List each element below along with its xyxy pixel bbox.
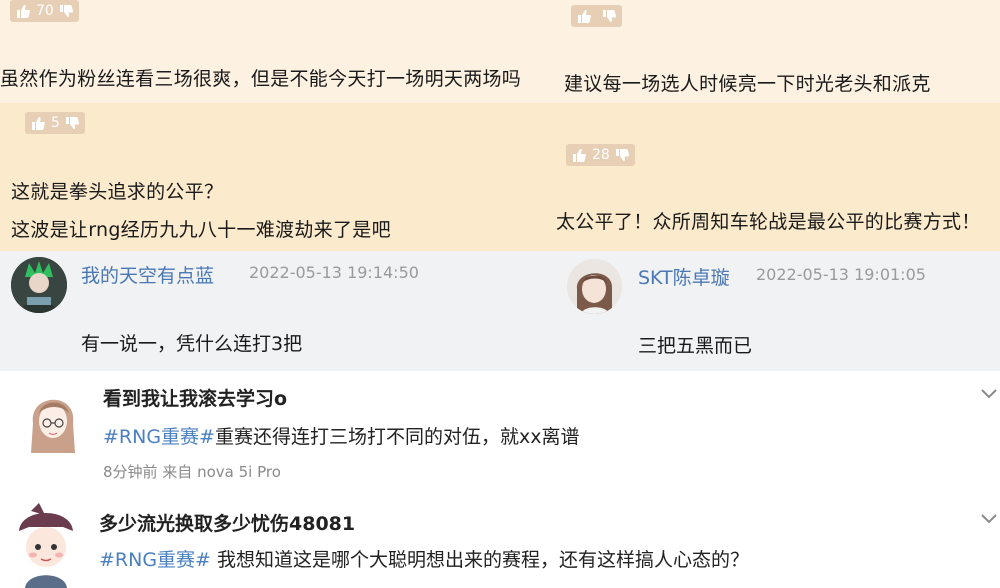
- comment-card: 我的天空有点蓝 2022-05-13 19:14:50 有一说一，凭什么连打3把: [0, 251, 548, 371]
- weibo-post: 多少流光换取多少忧伤48081 #RNG重赛# 我想知道这是哪个大聪明想出来的赛…: [0, 491, 1000, 588]
- weibo-meta: 8分钟前 来自 nova 5i Pro: [103, 463, 281, 481]
- thumbs-up-icon[interactable]: [16, 4, 30, 18]
- thumbs-up-icon[interactable]: [31, 116, 45, 130]
- danmu-text: 建议每一场选人时候亮一下时光老头和派克: [564, 73, 931, 95]
- danmu-text-line2: 这波是让rng经历九九八十一难渡劫来了是吧: [11, 219, 391, 241]
- comment-time: 2022-05-13 19:01:05: [756, 265, 926, 284]
- chevron-down-icon[interactable]: [980, 388, 998, 400]
- avatar[interactable]: [11, 501, 81, 588]
- thumbs-down-icon[interactable]: [59, 5, 73, 17]
- danmu-panel-top: 70 虽然作为粉丝连看三场很爽，但是不能今天打一场明天两场吗 建议每一场选人时候…: [0, 0, 1000, 103]
- like-pill-right-top[interactable]: [571, 5, 622, 27]
- weibo-text-body: 重赛还得连打三场打不同的对伍，就xx离谱: [214, 426, 580, 448]
- like-count: 28: [592, 147, 610, 163]
- weibo-post: 看到我让我滚去学习o #RNG重赛#重赛还得连打三场打不同的对伍，就xx离谱 8…: [0, 371, 1000, 491]
- thumbs-down-icon[interactable]: [65, 117, 79, 129]
- like-count: 5: [51, 115, 60, 131]
- comment-time: 2022-05-13 19:14:50: [249, 263, 419, 282]
- weibo-text-body: 我想知道这是哪个大聪明想出来的赛程，还有这样搞人心态的？: [210, 549, 750, 571]
- thumbs-up-icon[interactable]: [577, 9, 591, 23]
- weibo-text: #RNG重赛# 我想知道这是哪个大聪明想出来的赛程，还有这样搞人心态的？: [99, 545, 749, 572]
- chevron-down-icon[interactable]: [980, 513, 998, 525]
- like-count: 70: [36, 3, 54, 19]
- comment-card: SKT陈卓璇 2022-05-13 19:01:05 三把五黑而已: [548, 251, 1000, 371]
- like-pill-left-top[interactable]: 70: [10, 0, 79, 22]
- avatar[interactable]: [23, 383, 83, 457]
- thumbs-down-icon[interactable]: [603, 10, 616, 22]
- comment-text: 三把五黑而已: [638, 335, 753, 357]
- avatar[interactable]: [567, 259, 622, 314]
- avatar[interactable]: [11, 257, 67, 313]
- comment-username[interactable]: SKT陈卓璇: [638, 263, 730, 290]
- like-pill-right-mid[interactable]: 28: [566, 144, 635, 166]
- weibo-text: #RNG重赛#重赛还得连打三场打不同的对伍，就xx离谱: [103, 422, 579, 449]
- danmu-panel-mid: 5 这就是拳头追求的公平？ 这波是让rng经历九九八十一难渡劫来了是吧 28 太…: [0, 103, 1000, 251]
- hashtag-link[interactable]: #RNG重赛#: [103, 426, 215, 448]
- comment-username[interactable]: 我的天空有点蓝: [81, 261, 214, 288]
- danmu-text: 虽然作为粉丝连看三场很爽，但是不能今天打一场明天两场吗: [0, 68, 522, 90]
- hashtag-link[interactable]: #RNG重赛#: [99, 549, 211, 571]
- thumbs-down-icon[interactable]: [615, 149, 629, 161]
- like-pill-left-mid[interactable]: 5: [25, 112, 85, 134]
- thumbs-up-icon[interactable]: [572, 148, 586, 162]
- comment-text: 有一说一，凭什么连打3把: [81, 333, 303, 355]
- weibo-username[interactable]: 看到我让我滚去学习o: [103, 384, 287, 411]
- danmu-text-line1: 这就是拳头追求的公平？: [11, 181, 224, 203]
- danmu-text: 太公平了！众所周知车轮战是最公平的比赛方式！: [556, 211, 981, 233]
- weibo-username[interactable]: 多少流光换取多少忧伤48081: [99, 509, 355, 536]
